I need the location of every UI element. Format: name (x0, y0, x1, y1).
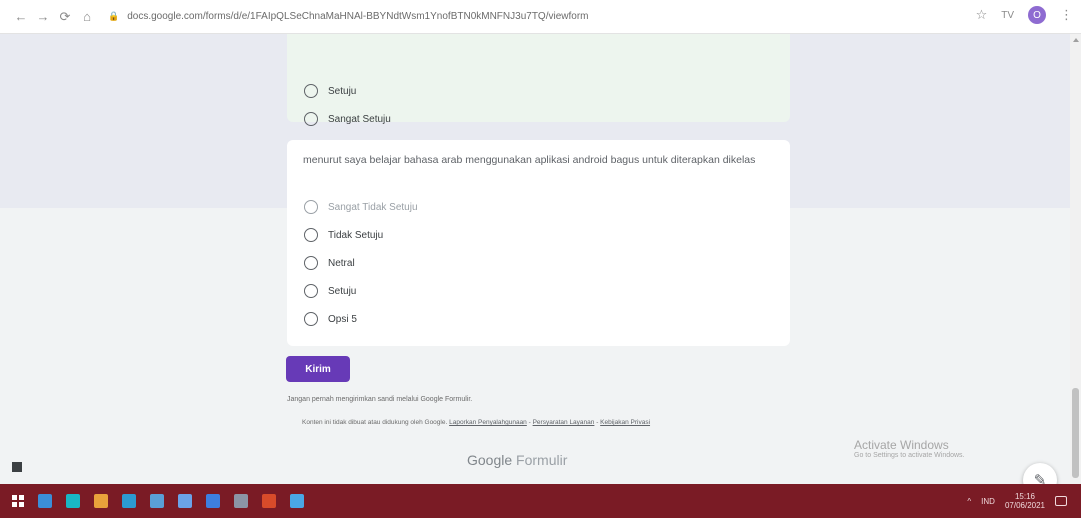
disclaimer-text: Konten ini tidak dibuat atau didukung ol… (302, 419, 448, 426)
file-explorer-icon[interactable] (38, 494, 52, 508)
privacy-link[interactable]: Kebijakan Privasi (600, 419, 650, 426)
terms-link[interactable]: Persyaratan Layanan (533, 419, 595, 426)
scroll-up-icon[interactable] (1073, 38, 1079, 42)
system-tray: ^ IND 15:16 07/06/2021 (967, 492, 1067, 510)
clock[interactable]: 15:16 07/06/2021 (1005, 492, 1045, 510)
notification-icon[interactable] (1055, 496, 1067, 506)
store-icon[interactable] (150, 494, 164, 508)
brand-forms: Formulir (516, 452, 568, 468)
reload-icon[interactable]: ⟳ (54, 6, 76, 28)
mail-icon[interactable] (206, 494, 220, 508)
radio-button[interactable] (304, 284, 318, 298)
google-forms-logo: Google Formulir (467, 452, 567, 468)
radio-option[interactable]: Sangat Setuju (304, 112, 391, 126)
submit-button[interactable]: Kirim (286, 356, 350, 382)
clock-date: 07/06/2021 (1004, 501, 1045, 510)
profile-avatar[interactable]: O (1028, 6, 1046, 24)
option-label: Tidak Setuju (328, 229, 384, 241)
radio-button[interactable] (304, 84, 318, 98)
form-page: Setuju Sangat Setuju menurut saya belaja… (0, 34, 1070, 484)
activate-windows-watermark: Activate Windows Go to Settings to activ… (854, 438, 965, 459)
radio-button[interactable] (304, 200, 318, 214)
option-label: Netral (328, 257, 355, 269)
home-icon[interactable]: ⌂ (76, 6, 98, 28)
radio-option[interactable]: Setuju (304, 284, 356, 298)
media-player-icon[interactable] (66, 494, 80, 508)
report-icon[interactable] (12, 462, 22, 472)
footer-disclaimer: Konten ini tidak dibuat atau didukung ol… (302, 419, 651, 426)
windows-start-icon[interactable] (12, 495, 24, 507)
question-title: menurut saya belajar bahasa arab menggun… (303, 154, 756, 166)
radio-option[interactable]: Sangat Tidak Setuju (304, 200, 418, 214)
address-bar[interactable]: docs.google.com/forms/d/e/1FAIpQLSeChnaM… (127, 11, 687, 22)
bookmark-star-icon[interactable]: ☆ (976, 7, 988, 23)
radio-option[interactable]: Netral (304, 256, 355, 270)
radio-option[interactable]: Setuju (304, 84, 356, 98)
report-abuse-link[interactable]: Laporkan Penyalahgunaan (449, 419, 527, 426)
edge-icon[interactable] (178, 494, 192, 508)
menu-icon[interactable]: ⋮ (1060, 7, 1073, 23)
extension-icon[interactable]: TV (1001, 10, 1014, 21)
lock-icon: 🔒 (108, 11, 120, 21)
option-label: Opsi 5 (328, 313, 357, 325)
option-label: Sangat Tidak Setuju (328, 201, 418, 213)
radio-button[interactable] (304, 112, 318, 126)
edit-icon[interactable]: ✎ (1023, 463, 1057, 484)
option-label: Setuju (328, 285, 357, 297)
clock-time: 15:16 (1014, 492, 1035, 501)
taskbar-apps (24, 494, 304, 508)
radio-button[interactable] (304, 228, 318, 242)
chrome-icon[interactable] (94, 494, 108, 508)
internet-explorer-icon[interactable] (290, 494, 304, 508)
photos-icon[interactable] (122, 494, 136, 508)
page-scrollbar[interactable] (1070, 34, 1081, 484)
back-icon[interactable]: ← (10, 6, 32, 28)
scroll-thumb[interactable] (1072, 388, 1079, 478)
password-warning: Jangan pernah mengirimkan sandi melalui … (287, 396, 473, 403)
radio-button[interactable] (304, 312, 318, 326)
radio-button[interactable] (304, 256, 318, 270)
browser-toolbar: ← → ⟳ ⌂ 🔒 docs.google.com/forms/d/e/1FAI… (0, 0, 1081, 34)
steam-icon[interactable] (234, 494, 248, 508)
brand-google: Google (467, 452, 513, 468)
radio-option[interactable]: Tidak Setuju (304, 228, 383, 242)
question-card: menurut saya belajar bahasa arab menggun… (287, 140, 790, 346)
radio-option[interactable]: Opsi 5 (304, 312, 357, 326)
watermark-title: Activate Windows (854, 438, 949, 452)
toolbar-right: ☆ TV O ⋮ (976, 6, 1073, 24)
option-label: Sangat Setuju (328, 113, 391, 125)
tray-expand-icon[interactable]: ^ (967, 497, 971, 506)
watermark-subtitle: Go to Settings to activate Windows. (854, 452, 965, 459)
windows-taskbar: ^ IND 15:16 07/06/2021 (0, 484, 1081, 518)
question-card-previous: Setuju Sangat Setuju (287, 34, 790, 126)
language-indicator[interactable]: IND (981, 497, 995, 506)
office-icon[interactable] (262, 494, 276, 508)
forward-icon[interactable]: → (32, 6, 54, 28)
option-label: Setuju (328, 85, 357, 97)
